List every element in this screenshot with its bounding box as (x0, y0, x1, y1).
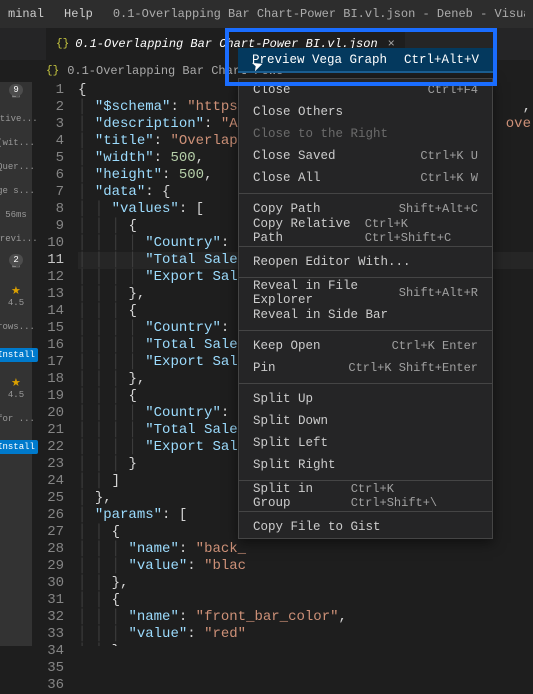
menu-separator (239, 383, 492, 384)
activity-item[interactable]: (wit... (0, 138, 35, 148)
menu-terminal[interactable]: minal (8, 7, 44, 21)
menu-split-up[interactable]: Split Up (239, 388, 492, 410)
menu-reveal-file-explorer[interactable]: Reveal in File ExplorerShift+Alt+R (239, 282, 492, 304)
menu-separator (239, 480, 492, 481)
menu-pin[interactable]: PinCtrl+K Shift+Enter (239, 357, 492, 379)
menu-copy-file-to-gist[interactable]: Copy File to Gist (239, 516, 492, 538)
window-title: 0.1-Overlapping Bar Chart-Power BI.vl.js… (113, 7, 525, 21)
menu-split-down[interactable]: Split Down (239, 410, 492, 432)
menu-separator (239, 511, 492, 512)
preview-vega-item[interactable]: Preview Vega Graph Ctrl+Alt+V (238, 48, 493, 72)
json-icon: {} (56, 38, 69, 50)
menu-close-others[interactable]: Close Others (239, 101, 492, 123)
menu-keep-open[interactable]: Keep OpenCtrl+K Enter (239, 335, 492, 357)
activity-item[interactable]: ★4.5 (8, 376, 24, 400)
tab-context-menu: CloseCtrl+F4 Close Others Close to the R… (238, 78, 493, 539)
star-icon: ★ (11, 376, 21, 390)
badge: 9 (9, 84, 22, 96)
menu-copy-relative-path[interactable]: Copy Relative PathCtrl+K Ctrl+Shift+C (239, 220, 492, 242)
menu-reopen-with[interactable]: Reopen Editor With... (239, 251, 492, 273)
activity-item[interactable]: 2◧ (11, 258, 20, 270)
preview-label: Preview Vega Graph (252, 53, 387, 67)
line-gutter: 1234567891011121314151617181920212223242… (32, 82, 78, 646)
activity-item[interactable]: 56ms (5, 210, 27, 220)
star-icon: ★ (11, 284, 21, 298)
menu-separator (239, 246, 492, 247)
activity-item[interactable]: ★4.5 (8, 284, 24, 308)
activity-bar: 9◧ ctive... (wit... Quer... ge s... 56ms… (0, 82, 32, 646)
preview-underline (238, 71, 493, 73)
menu-split-in-group[interactable]: Split in GroupCtrl+K Ctrl+Shift+\ (239, 485, 492, 507)
activity-item[interactable]: for ... (0, 414, 35, 424)
menu-close-right: Close to the Right (239, 123, 492, 145)
menu-separator (239, 330, 492, 331)
activity-item[interactable]: rows... (0, 322, 35, 332)
menu-split-left[interactable]: Split Left (239, 432, 492, 454)
menu-close[interactable]: CloseCtrl+F4 (239, 79, 492, 101)
title-bar: minal Help 0.1-Overlapping Bar Chart-Pow… (0, 0, 533, 28)
activity-item[interactable]: 9◧ (11, 88, 20, 100)
menu-help[interactable]: Help (64, 7, 93, 21)
menu-close-all[interactable]: Close AllCtrl+K W (239, 167, 492, 189)
preview-shortcut: Ctrl+Alt+V (404, 53, 479, 67)
activity-item[interactable]: Quer... (0, 162, 35, 172)
menu-close-saved[interactable]: Close SavedCtrl+K U (239, 145, 492, 167)
badge: 2 (9, 254, 22, 266)
activity-item[interactable]: ge s... (0, 186, 35, 196)
json-icon: {} (46, 65, 59, 77)
menu-reveal-side-bar[interactable]: Reveal in Side Bar (239, 304, 492, 326)
menu-separator (239, 277, 492, 278)
menu-split-right[interactable]: Split Right (239, 454, 492, 476)
menu-separator (239, 193, 492, 194)
